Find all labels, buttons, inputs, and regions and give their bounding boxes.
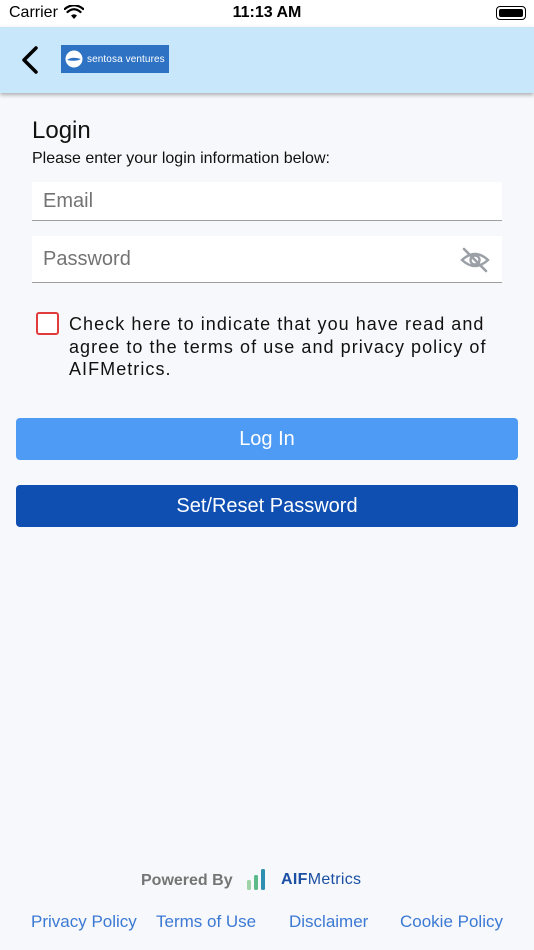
eye-off-icon[interactable] (460, 245, 490, 275)
email-field[interactable] (32, 182, 502, 220)
email-field-container (32, 182, 502, 221)
aifmetrics-wordmark: AIFMetrics (281, 871, 361, 889)
page-title: Login (32, 117, 91, 144)
status-bar: Carrier 11:13 AM (0, 0, 534, 27)
clock: 11:13 AM (232, 4, 302, 21)
app-header: sentosa ventures (0, 27, 534, 93)
password-field-container (32, 236, 502, 283)
terms-checkbox[interactable] (36, 312, 59, 335)
footer-links: Privacy Policy Terms of Use Disclaimer C… (0, 912, 534, 934)
disclaimer-link[interactable]: Disclaimer (289, 912, 368, 932)
terms-of-use-link[interactable]: Terms of Use (156, 912, 256, 932)
powered-by-label: Powered By (141, 872, 233, 889)
powered-by: Powered By AIFMetrics (0, 864, 534, 894)
brand-logo: sentosa ventures (61, 45, 169, 73)
aifmetrics-wordmark-rest: Metrics (307, 871, 362, 888)
cookie-policy-link[interactable]: Cookie Policy (400, 912, 503, 932)
aifmetrics-logo-icon (247, 869, 265, 890)
page-subtitle: Please enter your login information belo… (32, 150, 330, 167)
privacy-policy-link[interactable]: Privacy Policy (31, 912, 137, 932)
password-field[interactable] (32, 236, 502, 282)
login-button[interactable]: Log In (16, 418, 518, 460)
sentosa-logo-icon (65, 50, 83, 68)
reset-password-button[interactable]: Set/Reset Password (16, 485, 518, 527)
battery-icon (496, 6, 526, 20)
terms-label: Check here to indicate that you have rea… (69, 314, 487, 379)
brand-name: sentosa ventures (87, 53, 165, 65)
back-icon[interactable] (16, 43, 46, 77)
aifmetrics-wordmark-bold: AIF (281, 871, 308, 888)
